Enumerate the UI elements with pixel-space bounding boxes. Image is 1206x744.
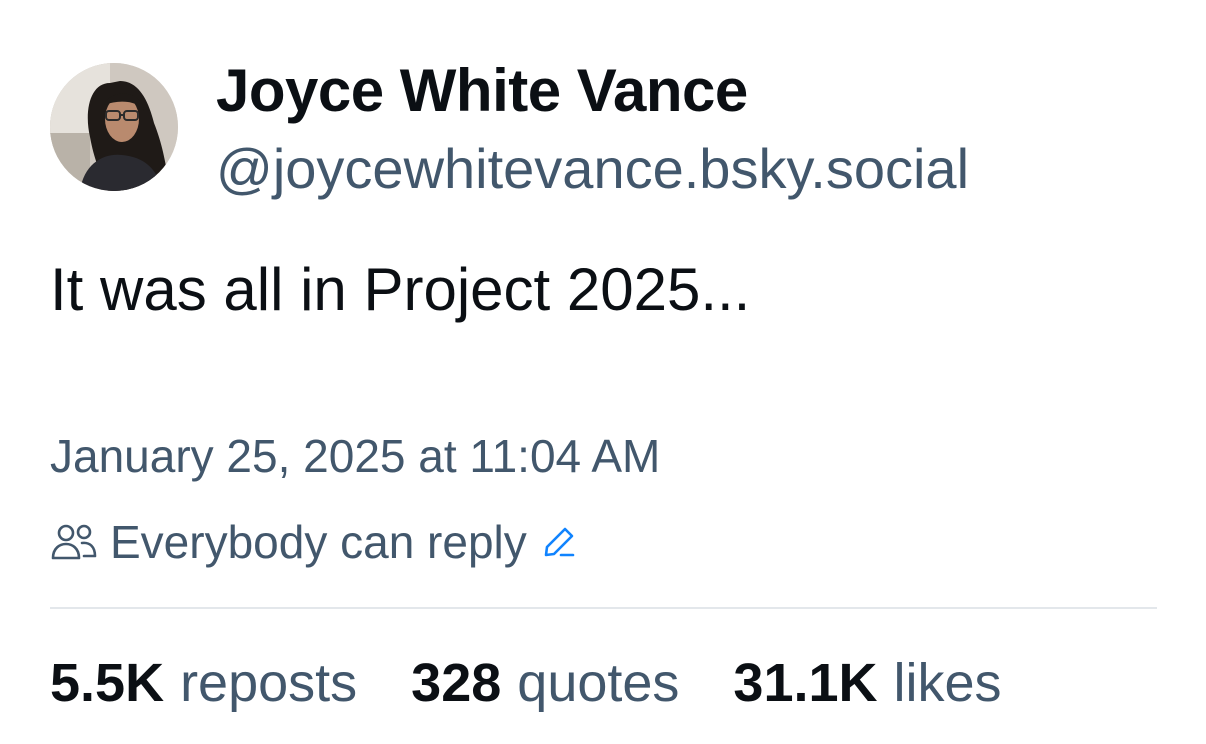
reposts-stat[interactable]: 5.5K reposts [50,648,357,718]
divider [50,607,1157,609]
avatar-photo [50,63,178,191]
quotes-label: quotes [517,653,680,713]
reply-setting-label: Everybody can reply [110,516,527,568]
likes-stat[interactable]: 31.1K likes [733,648,1001,718]
post-thread-view: Joyce White Vance @joycewhitevance.bsky.… [0,0,1206,744]
author-display-name[interactable]: Joyce White Vance [216,56,748,126]
people-icon [50,522,98,562]
reply-setting: Everybody can reply [50,512,577,572]
post-timestamp: January 25, 2025 at 11:04 AM [50,430,661,482]
author-handle[interactable]: @joycewhitevance.bsky.social [216,136,969,202]
quotes-stat[interactable]: 328 quotes [411,648,679,718]
likes-count: 31.1K [733,653,878,713]
post-stats: 5.5K reposts 328 quotes 31.1K likes [50,648,1002,718]
likes-label: likes [893,653,1002,713]
reposts-count: 5.5K [50,653,165,713]
pencil-icon[interactable] [541,524,577,560]
quotes-count: 328 [411,653,502,713]
post-text: It was all in Project 2025... [50,256,751,323]
author-avatar[interactable] [50,63,178,191]
reposts-label: reposts [180,653,358,713]
